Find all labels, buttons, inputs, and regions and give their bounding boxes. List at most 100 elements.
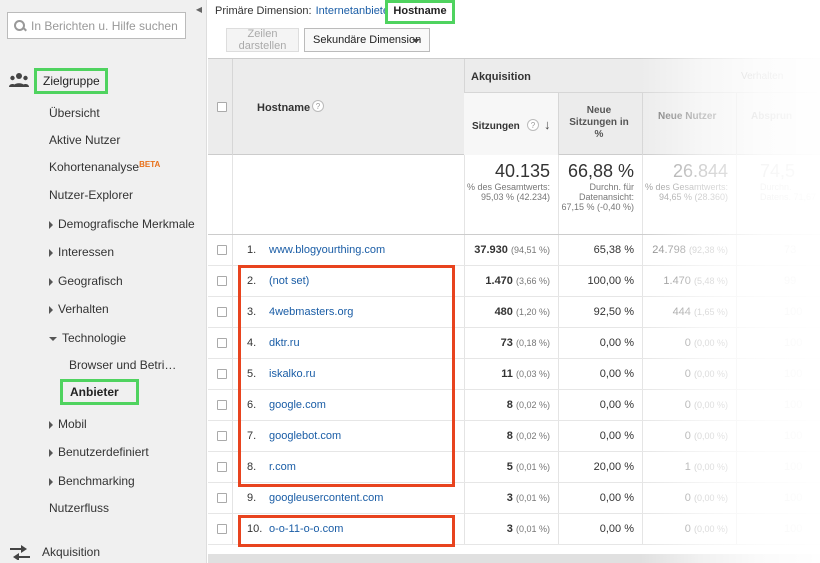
sitzungen-cell: 8 (0,02 %) [464,399,558,411]
people-icon [9,72,29,88]
horizontal-scrollbar[interactable] [208,554,820,563]
hostname-link[interactable]: googlebot.com [269,430,341,442]
hostname-link[interactable]: googleusercontent.com [269,492,383,504]
sidebar-item-mobil[interactable]: Mobil [49,417,87,431]
neue-nutzer-percent: (92,38 %) [688,245,728,255]
sidebar-item-anbieter[interactable]: Anbieter [60,379,139,405]
neue-nutzer-percent: (0,00 %) [693,493,728,503]
row-index: 4. [247,337,257,349]
row-checkbox[interactable] [217,493,227,503]
header-hostname[interactable]: Hostname ? [232,59,464,156]
hostname-link[interactable]: o-o-11-o-o.com [269,523,343,535]
neue-nutzer-percent: (0,00 %) [693,338,728,348]
sidebar-item-demografische-merkmale[interactable]: Demografische Merkmale [49,217,195,231]
header-label: Absprun [751,111,793,122]
summary-sub: Durchn. Datens. 71,67 [760,182,817,202]
row-checkbox[interactable] [217,276,227,286]
neue-sitzungen-cell: 0,00 % [599,430,634,442]
sort-down-icon[interactable]: ↓ [544,117,551,132]
sidebar-item-kohortenanalyse[interactable]: KohortenanalyseBETA [49,160,160,174]
select-all-checkbox[interactable] [217,102,227,112]
hostname-link[interactable]: 4webmasters.org [269,306,353,318]
row-checkbox[interactable] [217,338,227,348]
dimension-link-internetanbieter[interactable]: Internetanbieter [316,5,393,17]
sidebar-item-label: Mobil [58,417,87,431]
sitzungen-cell: 37.930 (94,51 %) [464,244,558,256]
neue-sitzungen-cell: 100,00 % [587,275,634,287]
neue-nutzer-percent: (0,00 %) [693,400,728,410]
table-row: 4. dktr.ru 73 (0,18 %) 0,00 % 0 (0,00 %) 100 [208,328,820,359]
sitzungen-value: 73 [500,337,513,349]
sitzungen-cell: 8 (0,02 %) [464,430,558,442]
header-sitzungen[interactable]: Sitzungen ? ↓ [464,93,558,156]
table-header: Hostname ? Akquisition Verhalten Sitzung… [208,58,820,156]
header-neue-sitzungen[interactable]: Neue Sitzungen in % [558,93,642,156]
sidebar-item-nutzer-explorer[interactable]: Nutzer-Explorer [49,188,133,202]
sidebar-section-zielgruppe[interactable]: Zielgruppe [34,68,108,94]
row-checkbox[interactable] [217,400,227,410]
row-checkbox[interactable] [217,307,227,317]
sidebar-item-uebersicht[interactable]: Übersicht [49,106,100,120]
row-checkbox[interactable] [217,431,227,441]
sidebar-item-label: Anbieter [70,385,119,399]
sitzungen-cell: 11 (0,03 %) [464,368,558,380]
secondary-dimension-dropdown[interactable]: Sekundäre Dimension [304,28,430,52]
sidebar-item-technologie[interactable]: Technologie [49,331,126,345]
sitzungen-cell: 480 (1,20 %) [464,306,558,318]
hostname-link[interactable]: r.com [269,461,296,473]
sidebar-item-verhalten[interactable]: Verhalten [49,302,109,316]
search-box[interactable] [7,12,186,39]
summary-value: 74,5 [760,161,796,181]
sidebar-item-geografisch[interactable]: Geografisch [49,274,123,288]
group-label-verhalten: Verhalten [741,71,784,82]
neue-nutzer-cell: 24.798 (92,38 %) [642,244,736,256]
row-checkbox[interactable] [217,369,227,379]
search-input[interactable] [31,18,181,33]
sitzungen-percent: (0,03 %) [515,369,550,379]
help-icon[interactable]: ? [312,100,324,112]
collapse-sidebar-button[interactable]: ◀ [192,0,206,18]
sidebar-item-label: Geografisch [58,274,123,288]
sidebar-section-akquisition[interactable]: Akquisition [42,545,100,559]
table-row: 3. 4webmasters.org 480 (1,20 %) 92,50 % 444 … [208,297,820,328]
sidebar-item-benchmarking[interactable]: Benchmarking [49,474,135,488]
expand-triangle-icon [49,420,53,429]
sidebar-item-label: Verhalten [58,302,109,316]
hostname-link[interactable]: dktr.ru [269,337,300,349]
sidebar-item-browser[interactable]: Browser und Betri… [69,358,176,372]
table-row: 8. r.com 5 (0,01 %) 20,00 % 1 (0,00 %) 100 [208,452,820,483]
neue-nutzer-percent: (0,00 %) [693,369,728,379]
neue-nutzer-value: 0 [684,399,691,411]
row-checkbox[interactable] [217,245,227,255]
hostname-link[interactable]: iskalko.ru [269,368,315,380]
row-index: 9. [247,492,257,504]
sidebar-item-interessen[interactable]: Interessen [49,245,114,259]
sitzungen-percent: (0,02 %) [515,400,550,410]
zeilen-darstellen-button[interactable]: Zeilen darstellen [226,28,299,52]
sitzungen-value: 11 [501,368,513,380]
sitzungen-percent: (0,02 %) [515,431,550,441]
header-absprungrate[interactable]: Absprun [736,93,820,156]
neue-nutzer-percent: (1,65 %) [693,307,728,317]
summary-sitzungen: 40.135 % des Gesamtwerts: 95,03 % (42.23… [464,161,558,202]
table-row: 6. google.com 8 (0,02 %) 0,00 % 0 (0,00 %) 10… [208,390,820,421]
neue-sitzungen-cell: 0,00 % [599,337,634,349]
absprungrate-cell: 100 [784,399,803,411]
dimension-tab-hostname[interactable]: Hostname [385,0,455,24]
row-checkbox[interactable] [217,462,227,472]
hostname-link[interactable]: www.blogyourthing.com [269,244,385,256]
row-index: 5. [247,368,257,380]
neue-nutzer-value: 0 [684,492,691,504]
sidebar-item-nutzerfluss[interactable]: Nutzerfluss [49,501,109,515]
sitzungen-percent: (0,18 %) [515,338,550,348]
row-checkbox[interactable] [217,524,227,534]
sidebar-item-aktive-nutzer[interactable]: Aktive Nutzer [49,133,120,147]
hostname-link[interactable]: (not set) [269,275,309,287]
acquisition-icon [9,544,31,561]
sidebar-item-label: Interessen [58,245,115,259]
sidebar-item-benutzerdefiniert[interactable]: Benutzerdefiniert [49,445,149,459]
header-neue-nutzer[interactable]: Neue Nutzer [642,93,736,156]
neue-nutzer-cell: 0 (0,00 %) [642,337,736,349]
help-icon[interactable]: ? [527,119,539,131]
hostname-link[interactable]: google.com [269,399,326,411]
